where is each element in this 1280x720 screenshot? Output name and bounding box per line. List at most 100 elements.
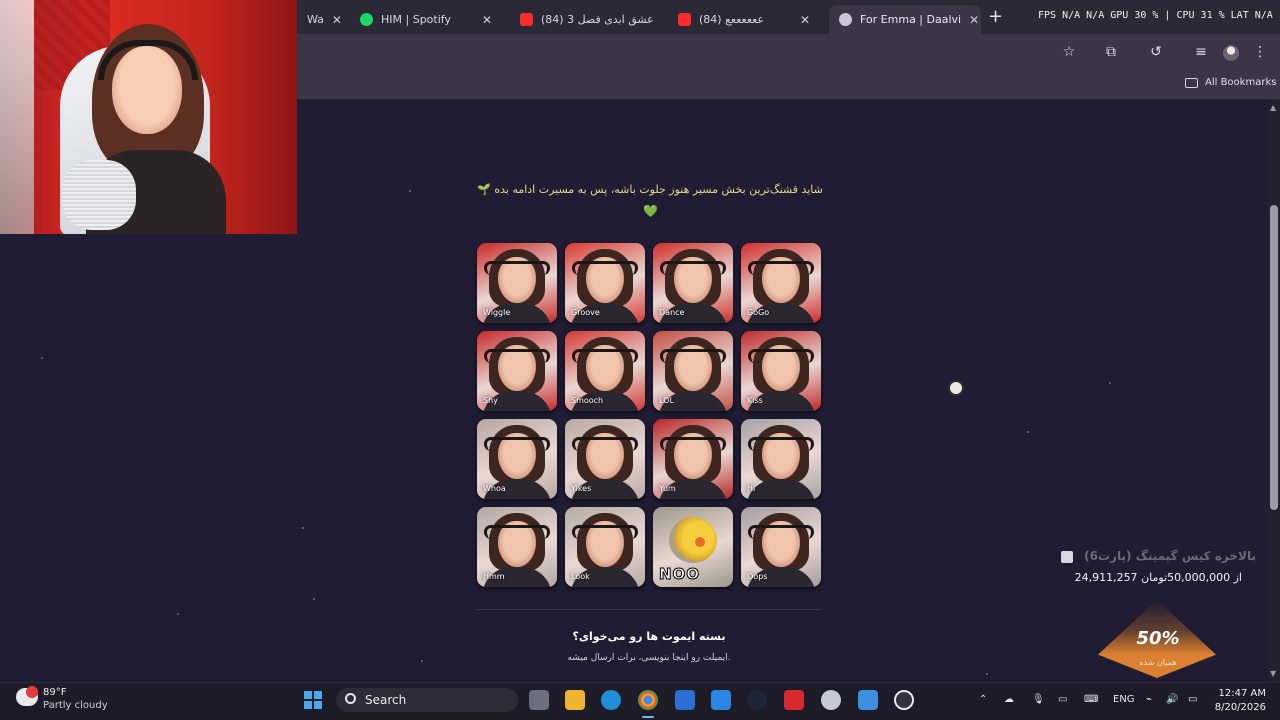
display-icon[interactable]: ▭ <box>1058 694 1067 705</box>
folder-icon[interactable] <box>1185 78 1198 88</box>
star-particle <box>1109 382 1111 384</box>
emote-head <box>572 436 638 451</box>
keyboard-icon[interactable]: ⌨ <box>1084 694 1098 705</box>
emote-label: Shy <box>483 396 498 405</box>
emote-label: Yum <box>659 484 676 493</box>
task-view-icon[interactable] <box>529 690 549 710</box>
daalvi-icon <box>839 13 852 26</box>
edge-icon[interactable] <box>601 690 621 710</box>
media-player-icon[interactable] <box>894 690 914 710</box>
youtube-icon <box>520 13 533 26</box>
game-launcher-icon[interactable] <box>784 690 804 710</box>
star-particle <box>986 673 988 675</box>
close-icon[interactable]: ✕ <box>332 13 342 27</box>
tab-label: For Emma | Daalvi <box>860 13 962 26</box>
cloud-sync-icon[interactable]: ☁ <box>1004 694 1014 705</box>
emote-card[interactable]: Shy <box>477 331 557 411</box>
emote-pack-subtitle: ایمیلت رو اینجا بنویسی، برات ارسال میشه. <box>567 653 731 663</box>
weather-temperature[interactable]: 89°F <box>43 687 66 698</box>
emote-head <box>572 524 638 539</box>
emote-card[interactable]: Yikes <box>565 419 645 499</box>
media-control-icon[interactable]: ≡ <box>1193 44 1209 60</box>
emote-head <box>484 524 550 539</box>
notepad-icon[interactable] <box>858 690 878 710</box>
tab-label: Wa <box>307 13 324 26</box>
close-icon[interactable]: ✕ <box>800 13 810 27</box>
emote-label: Hmm <box>483 572 505 581</box>
emote-head <box>748 260 814 275</box>
emote-card[interactable]: Dance <box>653 243 733 323</box>
chevron-up-icon[interactable]: ⌃ <box>979 694 987 705</box>
tab-for-emma[interactable]: For Emma | Daalvi ✕ <box>829 5 981 34</box>
battery-icon[interactable]: ▭ <box>1188 694 1197 705</box>
new-tab-button[interactable]: + <box>988 6 1003 27</box>
scrollbar-thumb[interactable] <box>1270 205 1278 510</box>
taskbar-search[interactable]: Search <box>336 688 518 712</box>
emote-card[interactable]: Wiggle <box>477 243 557 323</box>
emote-card[interactable]: Smooch <box>565 331 645 411</box>
emote-head <box>484 436 550 451</box>
chrome-icon[interactable] <box>638 690 658 710</box>
menu-icon[interactable]: ⋮ <box>1252 44 1268 60</box>
close-icon[interactable]: ✕ <box>482 13 492 27</box>
cat-cursor-icon <box>948 380 964 396</box>
emote-label: LOL <box>659 396 674 405</box>
emote-card[interactable]: Oops <box>741 507 821 587</box>
emote-card[interactable]: LOL <box>653 331 733 411</box>
volume-icon[interactable]: 🔊 <box>1166 694 1178 705</box>
youtube-icon <box>678 13 691 26</box>
microphone-icon[interactable]: 🎙 <box>1032 694 1045 705</box>
emote-card[interactable]: Hi <box>741 419 821 499</box>
windows-start-button[interactable] <box>304 691 322 709</box>
emote-card[interactable]: Whoa <box>477 419 557 499</box>
extensions-icon[interactable]: ⧉ <box>1103 44 1119 60</box>
donation-icon <box>1061 551 1073 563</box>
search-icon <box>345 693 356 704</box>
emote-label: Smooch <box>571 396 604 405</box>
emote-label: Kiss <box>747 396 763 405</box>
tab-label: (84) ععععععع <box>699 13 765 26</box>
tab-youtube-2[interactable]: (84) ععععععع ✕ <box>668 5 820 34</box>
file-explorer-icon[interactable] <box>565 690 585 710</box>
clock-date[interactable]: 8/20/2026 <box>1212 702 1266 713</box>
star-icon[interactable]: ☆ <box>1061 44 1077 60</box>
emote-label: Wiggle <box>483 308 511 317</box>
emote-label: Groove <box>571 308 600 317</box>
emote-card[interactable]: GoGo <box>741 243 821 323</box>
tab-wa[interactable]: Wa ✕ <box>297 5 349 34</box>
emote-head <box>572 260 638 275</box>
weather-description[interactable]: Partly cloudy <box>43 700 108 711</box>
all-bookmarks-link[interactable]: All Bookmarks <box>1205 77 1276 88</box>
history-icon[interactable]: ↺ <box>1148 44 1164 60</box>
emote-label: Hi <box>747 484 756 493</box>
transfer-app-icon[interactable] <box>711 690 731 710</box>
spotify-icon <box>360 13 373 26</box>
microphone <box>62 160 136 230</box>
store-icon[interactable] <box>675 690 695 710</box>
cockatiel-image <box>669 517 717 563</box>
active-app-indicator <box>642 716 654 718</box>
clock-time[interactable]: 12:47 AM <box>1218 688 1266 699</box>
emote-card[interactable]: Look <box>565 507 645 587</box>
emote-label: GoGo <box>747 308 770 317</box>
tab-spotify[interactable]: HIM | Spotify ✕ <box>350 5 502 34</box>
scroll-up-icon[interactable]: ▲ <box>1270 103 1276 112</box>
close-icon[interactable]: ✕ <box>969 13 979 27</box>
emote-card[interactable]: Yum <box>653 419 733 499</box>
steam-icon[interactable] <box>747 690 767 710</box>
tab-youtube-1[interactable]: (84) عشق ابدی فصل 3 ✕ <box>510 5 662 34</box>
emote-pack-title: بسته ایموت ها رو می‌خوای؟ <box>572 630 726 643</box>
emote-card[interactable]: Kiss <box>741 331 821 411</box>
emote-card[interactable]: Hmm <box>477 507 557 587</box>
scroll-down-icon[interactable]: ▼ <box>1270 669 1276 678</box>
goal-progress-percent: 50% <box>1136 628 1180 649</box>
profile-avatar[interactable] <box>1223 45 1239 61</box>
emote-card[interactable]: NOO <box>653 507 733 587</box>
weather-alert-icon <box>26 686 38 698</box>
tab-label: (84) عشق ابدی فصل 3 <box>541 13 654 26</box>
network-icon[interactable]: ⌁ <box>1146 694 1152 705</box>
language-indicator[interactable]: ENG <box>1113 694 1135 705</box>
settings-app-icon[interactable] <box>821 690 841 710</box>
emote-head <box>484 260 550 275</box>
emote-card[interactable]: Groove <box>565 243 645 323</box>
